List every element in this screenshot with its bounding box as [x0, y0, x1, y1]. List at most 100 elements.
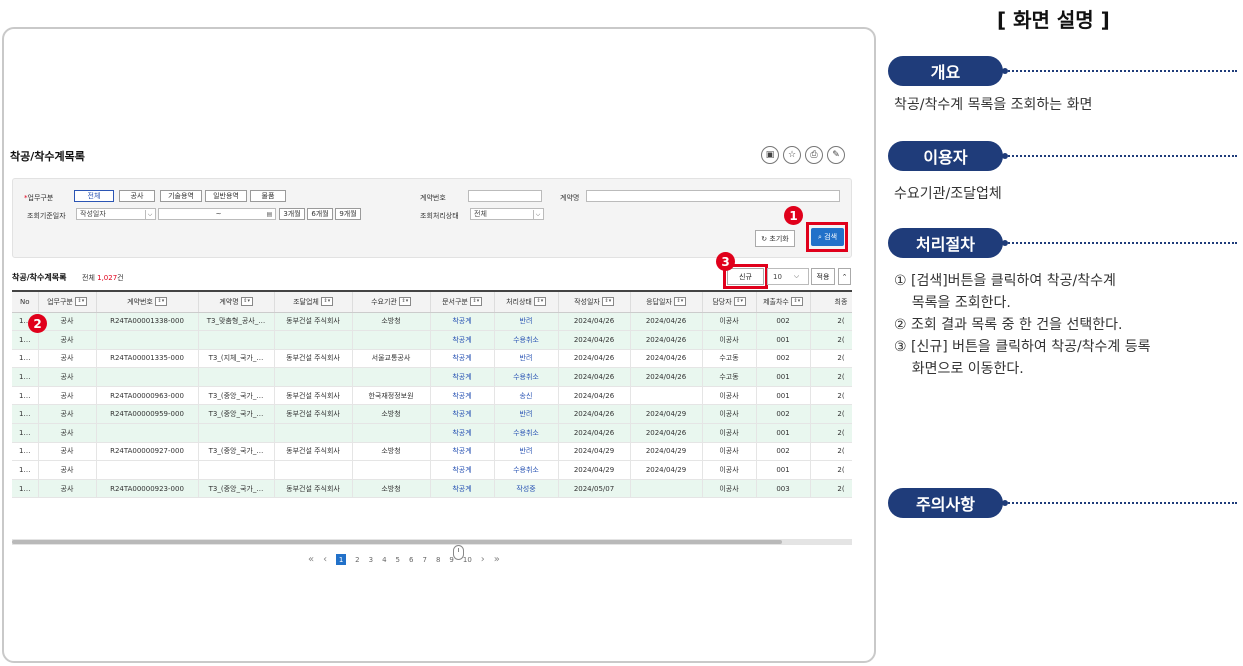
- cell-doc[interactable]: 착공계: [430, 386, 495, 406]
- column-header[interactable]: 계약번호 ⇕▾: [96, 292, 199, 313]
- column-header[interactable]: 조달업체 ⇕▾: [274, 292, 353, 313]
- date-type-select[interactable]: 작성일자 ⌵: [76, 208, 156, 220]
- table-row[interactable]: 1… 공사 착공계 수용취소 2024/04/26 2024/04/26 이공사 001 2(: [12, 330, 852, 350]
- cell-status[interactable]: 수용취소: [494, 423, 559, 443]
- column-header[interactable]: 수요기관 ⇕▾: [352, 292, 431, 313]
- page-number[interactable]: 4: [382, 556, 386, 564]
- column-header[interactable]: 담당자 ⇕▾: [702, 292, 757, 313]
- page-number[interactable]: 6: [409, 556, 413, 564]
- sort-filter-icon[interactable]: ⇕▾: [398, 297, 411, 307]
- cell-status[interactable]: 수용취소: [494, 330, 559, 350]
- save-icon[interactable]: ▣: [761, 146, 779, 164]
- table-row[interactable]: 1… 공사 R24TA00000927-000 T3_(중앙_국가_… 동부건설 주식회…: [12, 442, 852, 462]
- table-row[interactable]: 1… 공사 R24TA00001338-000 T3_맞춤형_공사_… 동부건설 주식회…: [12, 312, 852, 332]
- sort-filter-icon[interactable]: ⇕▾: [533, 297, 546, 307]
- table-row[interactable]: 1… 공사 착공계 수용취소 2024/04/26 2024/04/26 수고동 001 2(: [12, 367, 852, 387]
- table-row[interactable]: 1… 공사 R24TA00000923-000 T3_(중앙_국가_… 동부건설 주식회…: [12, 479, 852, 499]
- page-number[interactable]: 3: [369, 556, 373, 564]
- apply-button[interactable]: 적용: [811, 268, 835, 285]
- column-header[interactable]: 제출차수 ⇕▾: [756, 292, 811, 313]
- cell-response: 2024/04/26: [630, 349, 703, 369]
- scrollbar-thumb[interactable]: [12, 540, 782, 544]
- biz-option-tech-service[interactable]: 기술용역: [160, 190, 202, 202]
- sort-filter-icon[interactable]: ⇕▾: [240, 297, 253, 307]
- sort-filter-icon[interactable]: ⇕▾: [469, 297, 482, 307]
- sort-filter-icon[interactable]: ⇕▾: [673, 297, 686, 307]
- biz-option-general-service[interactable]: 일반용역: [205, 190, 247, 202]
- column-header[interactable]: 업무구분 ⇕▾: [38, 292, 97, 313]
- page-nav-arrow[interactable]: «: [308, 554, 314, 565]
- table-row[interactable]: 1… 공사 R24TA00001335-000 T3_(지체_국가_… 동부건설 주식회…: [12, 349, 852, 369]
- page-number[interactable]: 5: [396, 556, 400, 564]
- cell-last: 2(: [810, 330, 852, 350]
- cell-doc[interactable]: 착공계: [430, 479, 495, 499]
- star-icon[interactable]: ☆: [783, 146, 801, 164]
- chevron-down-icon: ⌵: [533, 210, 542, 219]
- cell-status[interactable]: 송신: [494, 386, 559, 406]
- period-9m-button[interactable]: 9개월: [335, 208, 361, 220]
- cell-doc[interactable]: 착공계: [430, 312, 495, 332]
- cell-doc[interactable]: 착공계: [430, 460, 495, 480]
- cell-doc[interactable]: 착공계: [430, 330, 495, 350]
- sort-filter-icon[interactable]: ⇕▾: [790, 297, 803, 307]
- cell-doc[interactable]: 착공계: [430, 423, 495, 443]
- column-header[interactable]: 문서구분 ⇕▾: [430, 292, 495, 313]
- period-3m-button[interactable]: 3개월: [279, 208, 305, 220]
- contract-no-input[interactable]: [468, 190, 542, 202]
- cell-status[interactable]: 반려: [494, 349, 559, 369]
- cell-biz: 공사: [38, 404, 97, 425]
- column-header[interactable]: 처리상태 ⇕▾: [494, 292, 559, 313]
- cell-biz: 공사: [38, 442, 97, 462]
- settings-icon[interactable]: ✎: [827, 146, 845, 164]
- cell-status[interactable]: 반려: [494, 404, 559, 425]
- column-header[interactable]: 최종: [810, 292, 852, 313]
- status-select[interactable]: 전체 ⌵: [470, 208, 544, 220]
- table-row[interactable]: 1… 공사 착공계 수용취소 2024/04/26 2024/04/26 이공사 001 2(: [12, 423, 852, 443]
- sort-filter-icon[interactable]: ⇕▾: [601, 297, 614, 307]
- print-icon[interactable]: ⎙: [805, 146, 823, 164]
- contract-name-input[interactable]: [586, 190, 840, 202]
- sort-filter-icon[interactable]: ⇕▾: [154, 297, 167, 307]
- cell-status[interactable]: 반려: [494, 442, 559, 462]
- column-header[interactable]: 응답일자 ⇕▾: [630, 292, 703, 313]
- page-nav-arrow[interactable]: »: [494, 554, 500, 565]
- page-size-select[interactable]: 10 ⌵: [767, 268, 809, 285]
- column-header[interactable]: No: [12, 292, 39, 313]
- sort-filter-icon[interactable]: ⇕▾: [320, 297, 333, 307]
- period-6m-button[interactable]: 6개월: [307, 208, 333, 220]
- column-header[interactable]: 계약명 ⇕▾: [198, 292, 275, 313]
- table-row[interactable]: 1… 공사 착공계 수용취소 2024/04/29 2024/04/29 이공사 001 2(: [12, 460, 852, 480]
- page-number[interactable]: 8: [436, 556, 440, 564]
- page-nav-arrow[interactable]: ›: [481, 554, 485, 565]
- top-icon-bar: ▣ ☆ ⎙ ✎: [761, 146, 845, 164]
- date-range-input[interactable]: ~ ▤: [158, 208, 276, 220]
- cell-status[interactable]: 수용취소: [494, 367, 559, 387]
- calendar-icon[interactable]: ▤: [265, 210, 274, 219]
- cell-no: 1…: [12, 479, 39, 499]
- page-nav-arrow[interactable]: ‹: [323, 554, 327, 565]
- table-row[interactable]: 1… 공사 R24TA00000963-000 T3_(중앙_국가_… 동부건설 주식회…: [12, 386, 852, 406]
- page-number[interactable]: 2: [355, 556, 359, 564]
- sort-filter-icon[interactable]: ⇕▾: [733, 297, 746, 307]
- table-row[interactable]: 1… 공사 R24TA00000959-000 T3_(중앙_국가_… 동부건설 주식회…: [12, 404, 852, 425]
- cell-doc[interactable]: 착공계: [430, 367, 495, 387]
- biz-option-construction[interactable]: 공사: [119, 190, 155, 202]
- cell-doc[interactable]: 착공계: [430, 442, 495, 462]
- page-current[interactable]: 1: [336, 554, 347, 565]
- page-number[interactable]: 10: [463, 556, 472, 564]
- cell-status[interactable]: 작성중: [494, 479, 559, 499]
- page-number[interactable]: 7: [422, 556, 426, 564]
- chevron-up-icon[interactable]: ⌃: [838, 268, 851, 285]
- cell-status[interactable]: 반려: [494, 312, 559, 332]
- sort-filter-icon[interactable]: ⇕▾: [74, 297, 87, 307]
- cell-response: 2024/04/26: [630, 423, 703, 443]
- biz-option-goods[interactable]: 물품: [250, 190, 286, 202]
- column-header[interactable]: 작성일자 ⇕▾: [558, 292, 631, 313]
- cell-status[interactable]: 수용취소: [494, 460, 559, 480]
- horizontal-scrollbar[interactable]: [12, 539, 852, 545]
- cell-doc[interactable]: 착공계: [430, 404, 495, 425]
- biz-option-all[interactable]: 전체: [74, 190, 114, 202]
- description-title: [ 화면 설명 ]: [997, 8, 1110, 32]
- cell-doc[interactable]: 착공계: [430, 349, 495, 369]
- reset-button[interactable]: ↻ 초기화: [755, 230, 795, 247]
